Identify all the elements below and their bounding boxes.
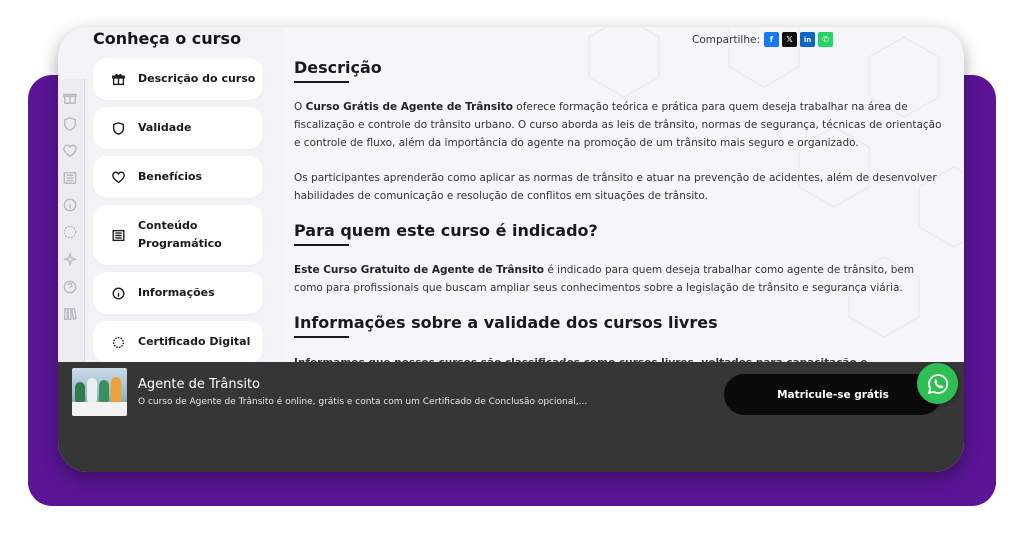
sidebar-item-label: Validade	[138, 121, 192, 134]
whatsapp-float-button[interactable]	[917, 363, 958, 404]
whatsapp-icon[interactable]: ✆	[818, 32, 834, 47]
whatsapp-icon	[927, 373, 948, 394]
linkedin-icon[interactable]: in	[800, 32, 816, 47]
course-sidebar: Conheça o curso Descrição do curso Valid…	[85, 27, 284, 363]
info-icon[interactable]	[61, 196, 79, 214]
audience-heading: Para quem este curso é indicado?	[294, 221, 598, 246]
course-name-bold: Curso Grátis de Agente de Trânsito	[305, 101, 513, 113]
main-content: Compartilhe: f 𝕏 in ✆ Descrição O Curso …	[284, 27, 964, 362]
course-thumbnail	[72, 368, 127, 416]
thumbnail-figure	[111, 377, 121, 402]
sidebar-item-label: Descrição do curso	[138, 72, 256, 85]
sidebar-title: Conheça o curso	[93, 29, 242, 48]
heart-icon[interactable]	[61, 142, 79, 160]
enroll-button[interactable]: Matricule-se grátis	[724, 374, 942, 415]
sparkle-icon[interactable]	[61, 251, 79, 269]
thumbnail-figure	[99, 380, 109, 402]
gift-icon	[111, 72, 125, 86]
description-paragraph-1: O Curso Grátis de Agente de Trânsito ofe…	[294, 98, 946, 152]
certificate-icon	[111, 335, 125, 349]
certificate-icon[interactable]	[61, 223, 79, 241]
sticky-enroll-bar: Agente de Trânsito O curso de Agente de …	[58, 362, 964, 472]
sidebar-item-beneficios[interactable]: Benefícios	[93, 156, 263, 198]
thumbnail-figure	[75, 382, 85, 402]
sidebar-item-label: Informações	[138, 286, 215, 299]
description-heading-text: Descrição	[294, 58, 382, 77]
shield-icon	[111, 121, 125, 135]
shield-icon[interactable]	[61, 115, 79, 133]
text-span: O	[294, 101, 306, 113]
list-icon	[111, 228, 125, 242]
validity-paragraph: Informamos que nossos cursos são classif…	[294, 354, 946, 362]
sidebar-item-validade[interactable]: Validade	[93, 107, 263, 149]
share-label: Compartilhe:	[692, 33, 761, 46]
validity-heading-text: Informações sobre a validade dos cursos …	[294, 313, 718, 332]
sidebar-item-label: Benefícios	[138, 170, 203, 183]
info-icon	[111, 286, 125, 300]
sidebar-item-label: Conteúdo Programático	[138, 219, 222, 250]
sidebar-item-descricao[interactable]: Descrição do curso	[93, 58, 263, 100]
audience-bold: Este Curso Gratuito de Agente de Trânsit…	[294, 264, 545, 276]
course-description: O curso de Agente de Trânsito é online, …	[138, 397, 588, 407]
books-icon[interactable]	[61, 305, 79, 323]
sidebar-item-informacoes[interactable]: Informações	[93, 272, 263, 314]
x-icon[interactable]: 𝕏	[782, 32, 798, 47]
icon-rail	[58, 79, 85, 371]
heading-underline	[294, 81, 349, 83]
heart-icon	[111, 170, 125, 184]
list-icon[interactable]	[61, 169, 79, 187]
share-bar: Compartilhe: f 𝕏 in ✆	[692, 32, 834, 47]
heading-underline	[294, 336, 349, 338]
heading-underline	[294, 244, 349, 246]
validity-heading: Informações sobre a validade dos cursos …	[294, 313, 718, 338]
thumbnail-figure	[87, 378, 97, 402]
thumbnail-desk	[72, 402, 127, 416]
audience-paragraph: Este Curso Gratuito de Agente de Trânsit…	[294, 261, 946, 297]
description-paragraph-2: Os participantes aprenderão como aplicar…	[294, 172, 937, 202]
browser-frame: Conheça o curso Descrição do curso Valid…	[58, 27, 964, 472]
sidebar-item-conteudo[interactable]: Conteúdo Programático	[93, 205, 263, 265]
audience-heading-text: Para quem este curso é indicado?	[294, 221, 598, 240]
facebook-icon[interactable]: f	[764, 32, 780, 47]
description-heading: Descrição	[294, 58, 382, 83]
gift-icon[interactable]	[61, 89, 79, 107]
help-icon[interactable]	[61, 278, 79, 296]
course-title: Agente de Trânsito	[138, 377, 261, 392]
sidebar-item-label: Certificado Digital	[138, 335, 251, 348]
sidebar-item-certificado[interactable]: Certificado Digital	[93, 321, 263, 363]
